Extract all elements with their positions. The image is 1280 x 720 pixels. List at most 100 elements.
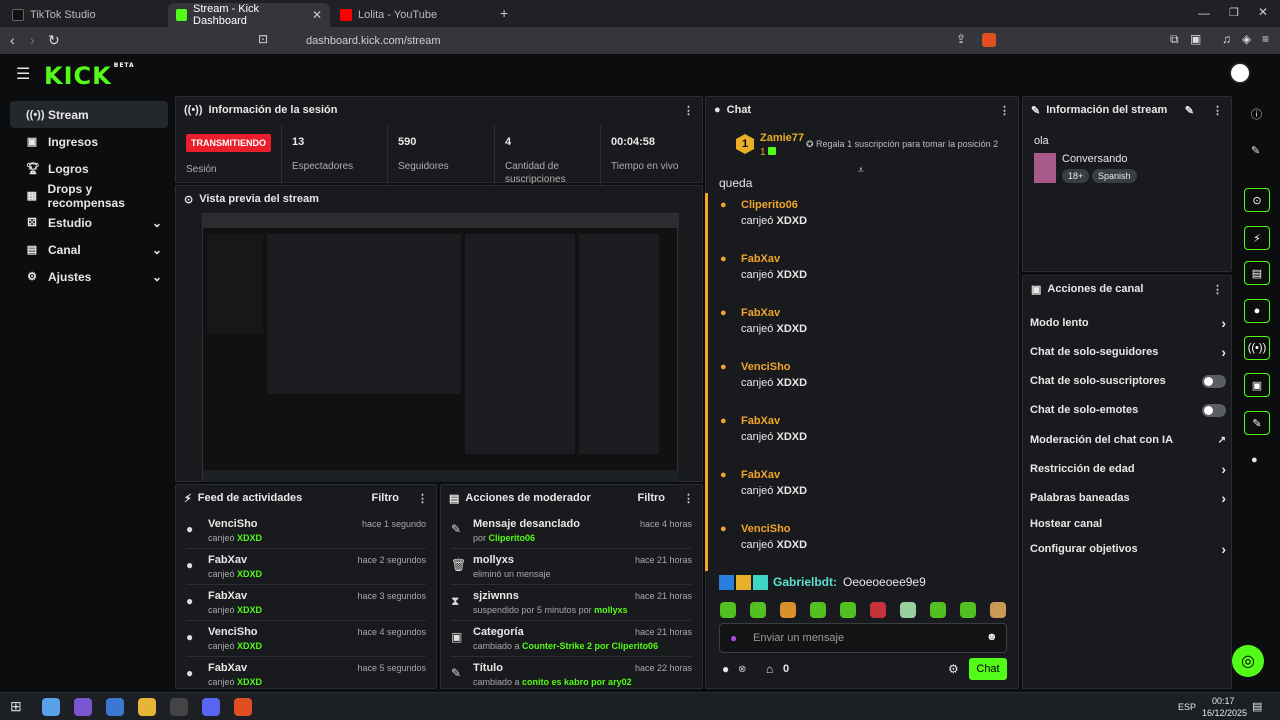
mod-who[interactable]: mollyxs <box>594 605 628 615</box>
filter-button[interactable]: Filtro <box>638 492 666 504</box>
sidebar-item-canal[interactable]: ▤ Canal ⌄ <box>10 236 168 263</box>
copilot-icon[interactable] <box>74 698 92 716</box>
emote-icon[interactable] <box>720 602 736 618</box>
filter-button[interactable]: Filtro <box>372 492 400 504</box>
folder-icon[interactable] <box>138 698 156 716</box>
mod-icon[interactable]: ▣ <box>1244 373 1270 397</box>
url-field[interactable]: dashboard.kick.com/stream <box>280 30 1000 51</box>
emote-icon[interactable] <box>960 602 976 618</box>
bolt-icon[interactable]: ⚡︎ <box>1244 226 1270 250</box>
mod-who[interactable]: Cliperito06 <box>489 533 536 543</box>
obs-icon[interactable] <box>170 698 188 716</box>
feed-user[interactable]: FabXav <box>208 662 247 674</box>
maximize-button[interactable]: ❐ <box>1229 6 1239 19</box>
mod-who[interactable]: Counter-Strike 2 por Cliperito06 <box>522 641 658 651</box>
feed-user[interactable]: VenciSho <box>208 518 258 530</box>
users-icon[interactable]: ● <box>722 662 729 676</box>
wrench-icon[interactable]: ✎ <box>1244 411 1270 435</box>
broadcast-icon[interactable]: ((•)) <box>1244 336 1270 360</box>
reload-icon[interactable]: ↻ <box>48 32 60 49</box>
store-icon[interactable] <box>106 698 124 716</box>
emote-icon[interactable] <box>900 602 916 618</box>
sidebar-item-ajustes[interactable]: ⚙ Ajustes ⌄ <box>10 263 168 290</box>
mod-who[interactable]: conito es kabro por ary02 <box>522 677 632 687</box>
share-icon[interactable]: ⇪ <box>956 32 966 46</box>
chat-user[interactable]: Gabrielbdt: <box>773 575 837 589</box>
top-gifter-name[interactable]: Zamie77 <box>760 132 804 144</box>
emotes-only-toggle[interactable] <box>1202 403 1226 417</box>
tag[interactable]: Spanish <box>1092 169 1137 183</box>
chat-bubble-icon[interactable]: ● <box>1244 299 1270 323</box>
chat-user[interactable]: FabXav <box>741 469 780 481</box>
clock-date[interactable]: 16/12/2025 <box>1202 708 1247 718</box>
category-thumbnail[interactable] <box>1034 153 1056 183</box>
tab-kick[interactable]: Stream - Kick Dashboard ✕ <box>168 3 330 27</box>
menu-icon[interactable]: ≡ <box>1262 32 1269 46</box>
extensions-icon[interactable]: ⧉ <box>1170 32 1179 47</box>
mic-icon[interactable]: ● <box>730 631 737 645</box>
tag[interactable]: 18+ <box>1062 169 1090 183</box>
feed-user[interactable]: VenciSho <box>208 626 258 638</box>
gear-icon[interactable]: ⚙ <box>948 662 959 676</box>
bookmark-icon[interactable]: ⊡ <box>258 32 268 46</box>
users-icon[interactable]: ● <box>1251 454 1258 466</box>
tab-tiktok[interactable]: TikTok Studio <box>4 3 168 27</box>
expand-icon[interactable]: ⩡ <box>858 165 864 176</box>
app-icon[interactable] <box>42 698 60 716</box>
store-icon[interactable]: ⌂ <box>766 662 773 676</box>
edit-icon[interactable]: ✎ <box>1251 144 1260 157</box>
send-chat-button[interactable]: Chat <box>969 658 1007 680</box>
clock-time[interactable]: 00:17 <box>1212 696 1235 706</box>
edit-icon[interactable]: ✎ <box>1185 104 1194 117</box>
sidebar-icon[interactable]: ▣ <box>1190 32 1201 46</box>
avatar[interactable] <box>1229 62 1251 84</box>
chat-user[interactable]: FabXav <box>741 307 780 319</box>
chat-user[interactable]: VenciSho <box>741 523 791 535</box>
emote-icon[interactable] <box>840 602 856 618</box>
emote-icon[interactable] <box>750 602 766 618</box>
action-age-restriction[interactable]: Restricción de edad › <box>1030 459 1226 479</box>
windows-icon[interactable]: ⊞ <box>10 698 28 716</box>
sidebar-item-ingresos[interactable]: ▣ Ingresos <box>10 128 168 155</box>
notes-icon[interactable]: ▤ <box>1244 261 1270 285</box>
action-host-channel[interactable]: Hostear canal <box>1030 514 1226 534</box>
more-icon[interactable]: ⋮ <box>999 104 1010 117</box>
emote-icon[interactable] <box>870 602 886 618</box>
emote-icon[interactable] <box>810 602 826 618</box>
gift-cta[interactable]: ✪ Regala 1 suscripción para tomar la pos… <box>806 139 998 150</box>
new-tab-button[interactable]: + <box>500 5 508 21</box>
music-icon[interactable]: ♫ <box>1222 32 1231 46</box>
chat-user[interactable]: VenciSho <box>741 361 791 373</box>
chat-user[interactable]: Cliperito06 <box>741 199 798 211</box>
chat-input[interactable]: ● Enviar un mensaje ☻ <box>719 623 1007 653</box>
kick-logo[interactable]: KICK BETA <box>44 62 135 90</box>
more-icon[interactable]: ⋮ <box>1212 104 1223 117</box>
more-icon[interactable]: ⋮ <box>1212 283 1223 296</box>
sidebar-item-drops[interactable]: ▦ Drops y recompensas <box>10 182 168 210</box>
emote-icon[interactable] <box>930 602 946 618</box>
notifications-icon[interactable]: ▤ <box>1252 700 1262 713</box>
emoji-icon[interactable]: ☻ <box>986 631 998 643</box>
sidebar-item-estudio[interactable]: ⚄ Estudio ⌄ <box>10 209 168 236</box>
brave-shield-icon[interactable] <box>982 33 996 47</box>
more-icon[interactable]: ⋮ <box>683 492 694 505</box>
tab-youtube[interactable]: Lolita - YouTube <box>332 3 492 27</box>
more-icon[interactable]: ⋮ <box>683 104 694 117</box>
window-close-button[interactable]: ✕ <box>1258 5 1268 19</box>
subs-only-toggle[interactable] <box>1202 374 1226 388</box>
brave-icon[interactable] <box>234 698 252 716</box>
language-indicator[interactable]: ESP <box>1178 702 1196 712</box>
forward-icon[interactable]: › <box>30 32 35 48</box>
close-icon[interactable]: ✕ <box>312 8 322 22</box>
more-icon[interactable]: ⋮ <box>417 492 428 505</box>
feed-user[interactable]: FabXav <box>208 590 247 602</box>
support-button[interactable]: ◎ <box>1232 645 1264 677</box>
emote-icon[interactable] <box>990 602 1006 618</box>
hamburger-icon[interactable]: ☰ <box>16 64 30 84</box>
action-goals[interactable]: Configurar objetivos › <box>1030 539 1226 559</box>
info-icon[interactable]: ⓘ <box>1251 106 1262 122</box>
chat-user[interactable]: FabXav <box>741 415 780 427</box>
back-icon[interactable]: ‹ <box>10 32 15 48</box>
feed-user[interactable]: FabXav <box>208 554 247 566</box>
vpn-icon[interactable]: ◈ <box>1242 32 1251 46</box>
